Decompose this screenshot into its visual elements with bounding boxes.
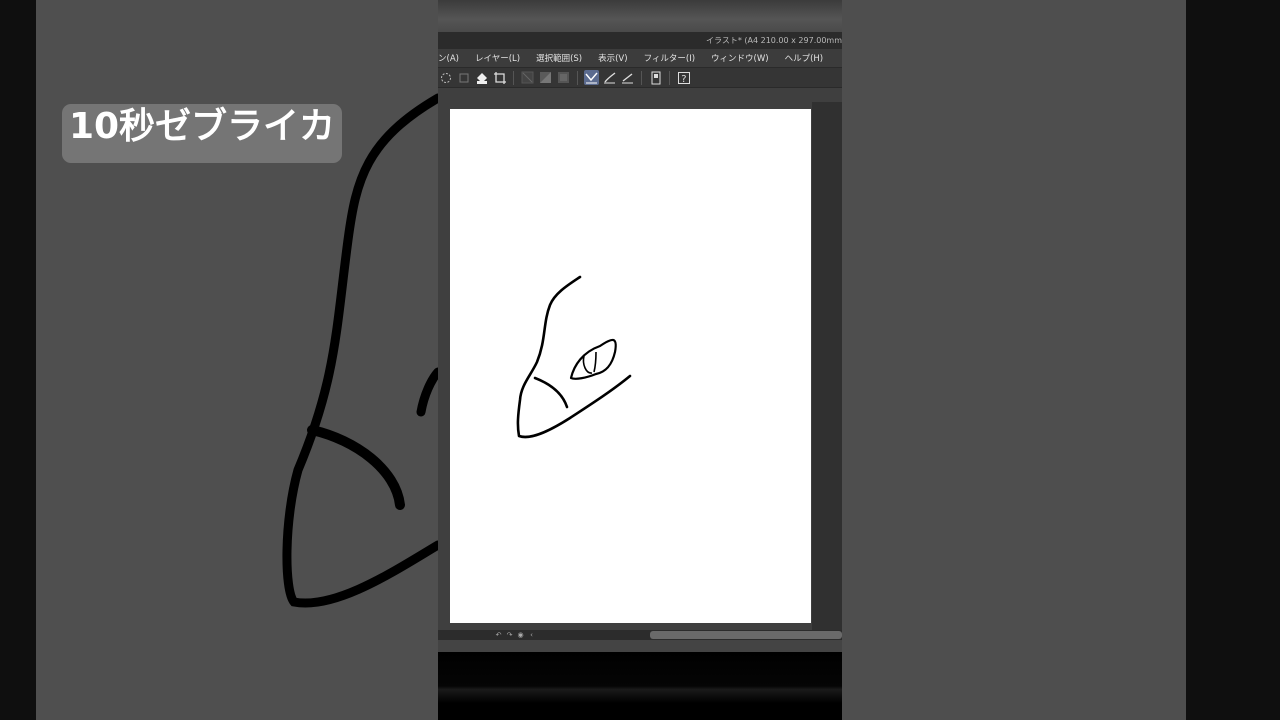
rotate-right-icon[interactable]: ↷ (505, 631, 514, 639)
line-sketch (516, 275, 632, 439)
rotate-left-icon[interactable]: ↶ (494, 631, 503, 639)
canvas-status-bar: ↶ ↷ ◉ ‹ (438, 630, 842, 640)
scroll-left-icon[interactable]: ‹ (527, 631, 536, 639)
blurred-background-right (842, 0, 1186, 720)
right-letterbox (1186, 0, 1280, 720)
left-letterbox (0, 0, 36, 720)
video-frame: イラスト* (A4 210.00 x 297.00mm ン(A) レイヤー(L)… (438, 0, 842, 720)
video-caption: 10秒ゼブライカ (62, 104, 342, 163)
bottom-blur (438, 652, 842, 720)
reset-rotation-icon[interactable]: ◉ (516, 631, 525, 639)
lower-panel (438, 640, 842, 652)
horizontal-scrollbar[interactable] (650, 631, 842, 639)
